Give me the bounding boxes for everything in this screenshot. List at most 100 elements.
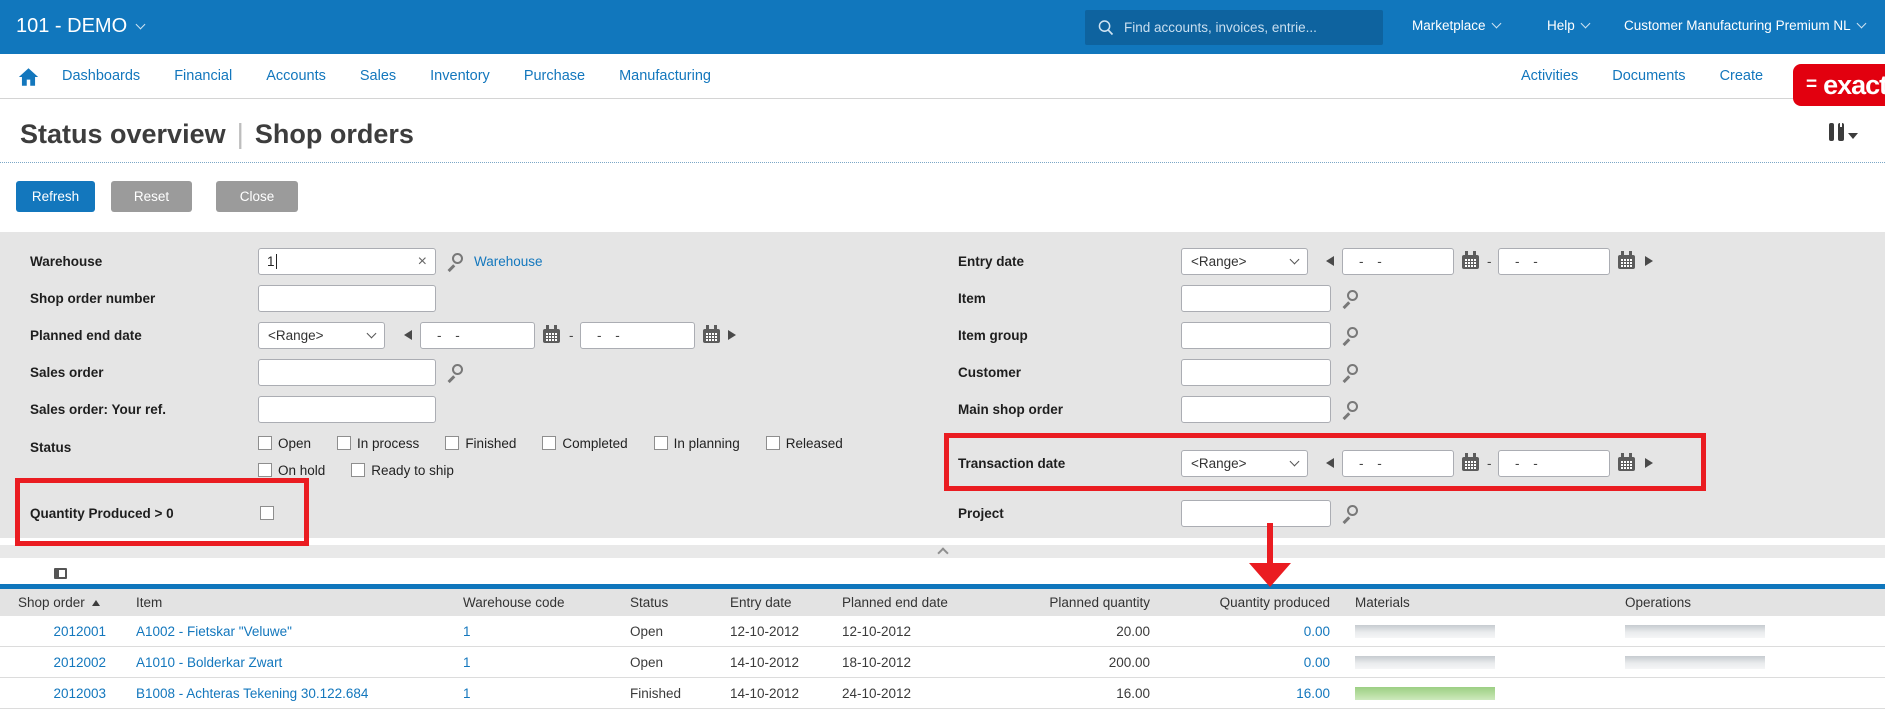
column-header-status[interactable]: Status [625,595,725,610]
chevron-down-icon [1290,255,1300,265]
item-label: Item [958,285,986,312]
refresh-button[interactable]: Refresh [16,181,95,212]
nav-item-inventory[interactable]: Inventory [430,68,490,84]
exact-logo[interactable]: = exact [1793,64,1885,106]
previous-period-arrow[interactable] [404,330,412,340]
column-header-planned-end-date[interactable]: Planned end date [837,595,1007,610]
item-link[interactable]: B1008 - Achteras Tekening 30.122.684 [136,686,368,701]
nav-item-create[interactable]: Create [1720,68,1764,84]
column-header-operations[interactable]: Operations [1602,595,1885,610]
pin-icon[interactable] [54,568,67,579]
clear-icon[interactable] [418,254,427,270]
warehouse-code-link[interactable]: 1 [463,624,471,639]
column-header-entry-date[interactable]: Entry date [725,595,837,610]
warehouse-code-link[interactable]: 1 [463,686,471,701]
column-header-warehouse-code[interactable]: Warehouse code [460,595,625,610]
magnifier-icon[interactable] [1347,505,1358,516]
sales-order-input[interactable] [258,359,436,386]
warehouse-input[interactable]: 1 [258,248,436,275]
next-period-arrow[interactable] [728,330,736,340]
planned-end-date-to-input[interactable]: - - [580,322,695,349]
search-placeholder: Find accounts, invoices, entrie... [1124,20,1317,35]
nav-item-accounts[interactable]: Accounts [266,68,326,84]
column-header-shop-order[interactable]: Shop order [0,595,130,610]
global-search-input[interactable]: Find accounts, invoices, entrie... [1085,10,1383,45]
warehouse-code-link[interactable]: 1 [463,655,471,670]
checkbox-released[interactable] [766,436,780,450]
magnifier-icon[interactable] [1347,364,1358,375]
customize-menu-button[interactable] [1829,123,1858,141]
filter-collapse-bar[interactable] [0,545,1885,558]
entry-date-to-input[interactable]: - - [1498,248,1610,275]
user-account-menu[interactable]: Customer Manufacturing Premium NL [1624,18,1865,33]
nav-item-activities[interactable]: Activities [1521,68,1578,84]
calendar-icon[interactable] [543,329,560,343]
magnifier-icon[interactable] [1347,327,1358,338]
column-header-item[interactable]: Item [130,595,460,610]
next-period-arrow[interactable] [1645,256,1653,266]
nav-item-dashboards[interactable]: Dashboards [62,68,140,84]
quantity-produced-link[interactable]: 16.00 [1296,686,1330,701]
entry-date-value: 14-10-2012 [730,655,799,670]
shop-order-link[interactable]: 2012002 [53,655,106,670]
search-icon [1097,19,1114,36]
previous-period-arrow[interactable] [1326,256,1334,266]
text-cursor [276,254,277,269]
calendar-icon[interactable] [703,329,720,343]
checkbox-ready-to-ship[interactable] [351,463,365,477]
chevron-up-icon [937,547,948,558]
nav-item-documents[interactable]: Documents [1612,68,1685,84]
warehouse-link[interactable]: Warehouse [474,248,543,275]
checkbox-in-planning[interactable] [654,436,668,450]
reset-button[interactable]: Reset [111,181,192,212]
entry-date-value: 14-10-2012 [730,686,799,701]
planned-end-date-label: Planned end date [30,322,142,349]
entry-date-range-select[interactable]: <Range> [1181,248,1308,275]
entry-date-from-input[interactable]: - - [1342,248,1454,275]
nav-item-purchase[interactable]: Purchase [524,68,585,84]
checkbox-on-hold[interactable] [258,463,272,477]
nav-item-sales[interactable]: Sales [360,68,396,84]
table-body: 2012001 A1002 - Fietskar "Veluwe" 1 Open… [0,616,1885,709]
entry-date-value: 12-10-2012 [730,624,799,639]
warehouse-label: Warehouse [30,248,102,275]
item-group-input[interactable] [1181,322,1331,349]
column-header-planned-quantity[interactable]: Planned quantity [1007,595,1152,610]
main-shop-order-input[interactable] [1181,396,1331,423]
project-label: Project [958,500,1004,527]
date-range-dash: - [1487,254,1492,269]
page-title-secondary: Shop orders [255,119,414,150]
item-input[interactable] [1181,285,1331,312]
checkbox-in-process[interactable] [337,436,351,450]
close-button[interactable]: Close [216,181,298,212]
marketplace-menu[interactable]: Marketplace [1412,18,1500,33]
column-header-quantity-produced[interactable]: Quantity produced [1152,595,1332,610]
checkbox-finished[interactable] [445,436,459,450]
nav-item-manufacturing[interactable]: Manufacturing [619,68,711,84]
sales-order-ref-input[interactable] [258,396,436,423]
item-link[interactable]: A1010 - Bolderkar Zwart [136,655,282,670]
help-menu[interactable]: Help [1547,18,1589,33]
magnifier-icon[interactable] [1347,290,1358,301]
magnifier-icon[interactable] [452,253,463,264]
project-input[interactable] [1181,500,1331,527]
checkbox-completed[interactable] [542,436,556,450]
nav-item-financial[interactable]: Financial [174,68,232,84]
home-button[interactable] [18,67,39,90]
calendar-icon[interactable] [1462,255,1479,269]
magnifier-icon[interactable] [452,364,463,375]
customer-input[interactable] [1181,359,1331,386]
shop-order-number-input[interactable] [258,285,436,312]
shop-order-link[interactable]: 2012003 [53,686,106,701]
planned-end-date-range-select[interactable]: <Range> [258,322,385,349]
company-selector[interactable]: 101 - DEMO [16,15,144,38]
checkbox-open[interactable] [258,436,272,450]
quantity-produced-link[interactable]: 0.00 [1304,655,1330,670]
planned-end-date-from-input[interactable]: - - [420,322,535,349]
column-header-materials[interactable]: Materials [1332,595,1602,610]
item-link[interactable]: A1002 - Fietskar "Veluwe" [136,624,292,639]
calendar-icon[interactable] [1618,255,1635,269]
magnifier-icon[interactable] [1347,401,1358,412]
shop-order-link[interactable]: 2012001 [53,624,106,639]
quantity-produced-link[interactable]: 0.00 [1304,624,1330,639]
